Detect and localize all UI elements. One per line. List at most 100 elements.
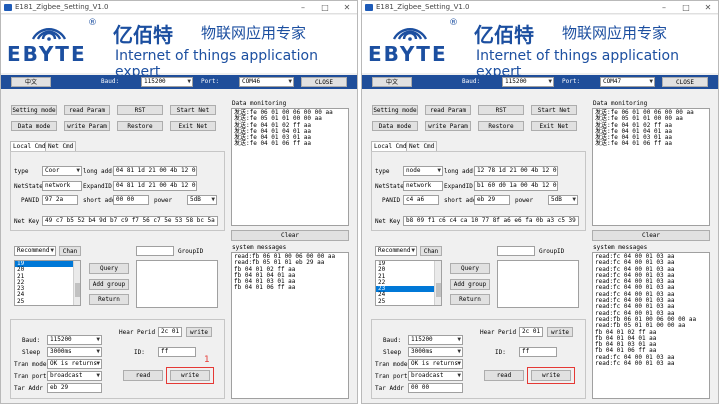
panid-field[interactable]: 97 2a bbox=[42, 195, 78, 205]
clear-button[interactable]: Clear bbox=[231, 230, 349, 241]
recommend-select[interactable]: Recommend ▼ bbox=[375, 246, 417, 256]
maximize-icon[interactable]: □ bbox=[680, 2, 692, 13]
netstate-label: NetState bbox=[375, 183, 404, 190]
query-button[interactable]: Query bbox=[89, 263, 129, 274]
clear-button[interactable]: Clear bbox=[592, 230, 710, 241]
channel-item[interactable]: 25 bbox=[376, 298, 441, 305]
restore-button[interactable]: Restore bbox=[117, 121, 163, 131]
type-select[interactable]: node ▼ bbox=[403, 166, 443, 176]
brand-chinese-slogan: 物联网应用专家 bbox=[201, 24, 307, 42]
groupid-field[interactable] bbox=[497, 246, 535, 256]
type-select[interactable]: Coor ▼ bbox=[42, 166, 82, 176]
id-field[interactable]: ff bbox=[519, 347, 557, 357]
setting-mode-button[interactable]: Setting mode bbox=[372, 105, 418, 115]
chan-button[interactable]: Chan bbox=[59, 246, 81, 256]
sleep-select[interactable]: 3000ms ▼ bbox=[47, 347, 102, 357]
port-select[interactable]: COM46 ▼ bbox=[239, 77, 294, 87]
serial-baud-select[interactable]: 115200 ▼ bbox=[408, 335, 463, 345]
power-select[interactable]: 5dB ▼ bbox=[548, 195, 578, 205]
channel-scrollbar[interactable] bbox=[73, 261, 80, 305]
hear-write-button[interactable]: write bbox=[186, 327, 212, 337]
add-group-button[interactable]: Add group bbox=[450, 279, 490, 290]
read-button[interactable]: read bbox=[123, 370, 163, 381]
data-mode-button[interactable]: Data mode bbox=[372, 121, 418, 131]
power-select[interactable]: 5dB ▼ bbox=[187, 195, 217, 205]
system-messages-output[interactable]: read:fc 04 00 01 03 aa read:fc 04 00 01 … bbox=[592, 252, 710, 399]
tab-net-cmd[interactable]: Net Cmd bbox=[45, 141, 77, 151]
rst-button[interactable]: RST bbox=[478, 105, 524, 115]
add-group-button[interactable]: Add group bbox=[89, 279, 129, 290]
hear-write-button[interactable]: write bbox=[547, 327, 573, 337]
query-button[interactable]: Query bbox=[450, 263, 490, 274]
wifi-logo-icon bbox=[392, 28, 428, 41]
tran-mode-select[interactable]: OK is returns ▼ bbox=[47, 359, 102, 369]
baud-select[interactable]: 115200 ▼ bbox=[502, 77, 554, 87]
netkey-field[interactable]: 49 c7 b5 52 b4 9d b7 c9 f7 56 c7 5e 53 5… bbox=[42, 216, 218, 226]
tran-mode-select[interactable]: OK is returns ▼ bbox=[408, 359, 463, 369]
start-net-button[interactable]: Start Net bbox=[531, 105, 577, 115]
exit-net-button[interactable]: Exit Net bbox=[531, 121, 577, 131]
tar-addr-field[interactable]: 00 00 bbox=[408, 383, 463, 393]
read-param-button[interactable]: read Param bbox=[64, 105, 110, 115]
channel-item[interactable]: 25 bbox=[15, 298, 80, 305]
tar-addr-field[interactable]: eb 29 bbox=[47, 383, 102, 393]
sleep-label: Sleep bbox=[22, 349, 41, 356]
data-monitoring-output[interactable]: 发送:fe 06 01 00 06 00 00 aa 发送:fe 05 01 0… bbox=[231, 108, 349, 226]
close-window-icon[interactable]: ✕ bbox=[702, 2, 714, 13]
id-field[interactable]: ff bbox=[158, 347, 196, 357]
long-addr-field[interactable]: 04 81 1d 21 00 4b 12 00 bbox=[113, 166, 197, 176]
netstate-field[interactable]: network bbox=[42, 181, 82, 191]
chevron-down-icon: ▼ bbox=[76, 167, 80, 174]
close-port-button[interactable]: CLOSE bbox=[301, 77, 347, 87]
expandid-field[interactable]: 04 81 1d 21 00 4b 12 00 bbox=[113, 181, 197, 191]
port-select[interactable]: COM47 ▼ bbox=[600, 77, 655, 87]
port-label: Port: bbox=[562, 78, 581, 85]
read-button[interactable]: read bbox=[484, 370, 524, 381]
return-button[interactable]: Return bbox=[89, 294, 129, 305]
netkey-field[interactable]: b8 09 f1 c6 c4 ca 10 77 8f a6 e6 fa 0b a… bbox=[403, 216, 579, 226]
recommend-select[interactable]: Recommend ▼ bbox=[14, 246, 56, 256]
short-addr-field[interactable]: 00 00 bbox=[113, 195, 149, 205]
tab-net-cmd[interactable]: Net Cmd bbox=[406, 141, 438, 151]
tran-port-select[interactable]: broadcast ▼ bbox=[408, 371, 463, 381]
chevron-down-icon: ▼ bbox=[457, 360, 461, 367]
minimize-icon[interactable]: – bbox=[297, 2, 309, 13]
close-port-button[interactable]: CLOSE bbox=[662, 77, 708, 87]
expandid-field[interactable]: b1 60 d0 1a 00 4b 12 00 bbox=[474, 181, 558, 191]
data-mode-button[interactable]: Data mode bbox=[11, 121, 57, 131]
write-param-button[interactable]: write Param bbox=[425, 121, 471, 131]
long-addr-field[interactable]: 12 78 1d 21 00 4b 12 00 bbox=[474, 166, 558, 176]
close-window-icon[interactable]: ✕ bbox=[341, 2, 353, 13]
panid-field[interactable]: c4 a6 bbox=[403, 195, 439, 205]
setting-mode-button[interactable]: Setting mode bbox=[11, 105, 57, 115]
start-net-button[interactable]: Start Net bbox=[170, 105, 216, 115]
exit-net-button[interactable]: Exit Net bbox=[170, 121, 216, 131]
baud-select[interactable]: 115200 ▼ bbox=[141, 77, 193, 87]
minimize-icon[interactable]: – bbox=[658, 2, 670, 13]
tab-local-cmd[interactable]: Local Cmd bbox=[10, 141, 49, 151]
write-param-button[interactable]: write Param bbox=[64, 121, 110, 131]
restore-button[interactable]: Restore bbox=[478, 121, 524, 131]
data-monitoring-output[interactable]: 发送:fe 06 01 00 06 00 00 aa 发送:fe 05 01 0… bbox=[592, 108, 710, 226]
channel-list[interactable]: 19 20 21 22 23 24 25 bbox=[375, 260, 442, 306]
maximize-icon[interactable]: □ bbox=[319, 2, 331, 13]
sleep-select[interactable]: 3000ms ▼ bbox=[408, 347, 463, 357]
serial-baud-select[interactable]: 115200 ▼ bbox=[47, 335, 102, 345]
channel-list[interactable]: 19 20 21 22 23 24 25 bbox=[14, 260, 81, 306]
chevron-down-icon: ▼ bbox=[96, 360, 100, 367]
language-button[interactable]: 中文 bbox=[372, 77, 412, 87]
hear-perid-field[interactable]: 2c 01 bbox=[519, 327, 543, 337]
system-messages-output[interactable]: read:fb 06 01 00 06 00 00 aa read:fb 05 … bbox=[231, 252, 349, 399]
channel-scrollbar[interactable] bbox=[434, 261, 441, 305]
return-button[interactable]: Return bbox=[450, 294, 490, 305]
short-addr-field[interactable]: eb 29 bbox=[474, 195, 510, 205]
hear-perid-field[interactable]: 2c 01 bbox=[158, 327, 182, 337]
chan-button[interactable]: Chan bbox=[420, 246, 442, 256]
groupid-field[interactable] bbox=[136, 246, 174, 256]
read-param-button[interactable]: read Param bbox=[425, 105, 471, 115]
language-button[interactable]: 中文 bbox=[11, 77, 51, 87]
rst-button[interactable]: RST bbox=[117, 105, 163, 115]
tab-local-cmd[interactable]: Local Cmd bbox=[371, 141, 410, 151]
tran-port-select[interactable]: broadcast ▼ bbox=[47, 371, 102, 381]
netstate-field[interactable]: network bbox=[403, 181, 443, 191]
